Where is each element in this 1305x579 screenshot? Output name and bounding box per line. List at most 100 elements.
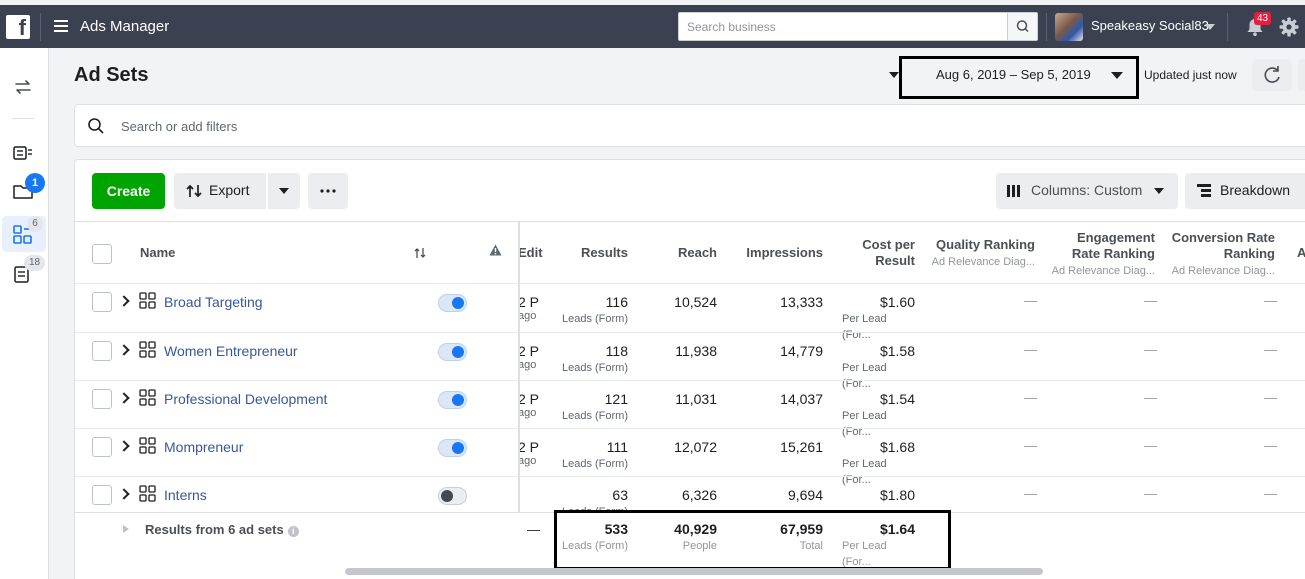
more-actions-button[interactable]: [308, 173, 348, 209]
ad-set-name-link[interactable]: Women Entrepreneur: [164, 343, 298, 359]
quality-ranking-cell: —: [1024, 293, 1037, 308]
row-checkbox[interactable]: [92, 389, 112, 409]
more-options-button[interactable]: [1298, 59, 1305, 91]
chevron-right-icon[interactable]: [118, 295, 130, 307]
row-divider: [75, 332, 1305, 333]
column-header-engagement-rate-ranking[interactable]: Engagement Rate Ranking Ad Relevance Diag.…: [1035, 230, 1155, 279]
refresh-button[interactable]: [1252, 59, 1292, 91]
menu-icon[interactable]: [54, 20, 68, 32]
filter-bar: [74, 104, 1305, 147]
engagement-ranking-cell: —: [1144, 438, 1157, 453]
column-header-name[interactable]: Name: [140, 245, 175, 261]
chevron-right-icon[interactable]: [123, 525, 129, 533]
sort-icon[interactable]: [414, 247, 426, 259]
chevron-down-icon[interactable]: [889, 72, 899, 78]
gear-icon[interactable]: [1278, 16, 1300, 38]
chevron-down-icon[interactable]: [1205, 24, 1215, 30]
search-business-input[interactable]: [679, 13, 1007, 40]
frozen-column-divider[interactable]: [518, 221, 520, 516]
column-header-next[interactable]: A: [1297, 245, 1305, 261]
row-checkbox[interactable]: [92, 485, 112, 505]
sub-label: Leads (Form): [561, 410, 628, 422]
ad-set-icon: [139, 485, 156, 502]
refresh-icon: [1264, 66, 1280, 83]
impressions-cell: 14,779: [780, 343, 823, 359]
delivery-toggle[interactable]: [438, 487, 467, 505]
header-line: Ranking: [1223, 246, 1275, 261]
column-header-reach[interactable]: Reach: [637, 245, 717, 261]
value: 2 P: [518, 391, 540, 407]
conversion-ranking-cell: —: [1264, 486, 1277, 501]
chevron-right-icon[interactable]: [118, 488, 130, 500]
delivery-toggle[interactable]: [438, 391, 467, 409]
ad-set-name-link[interactable]: Mompreneur: [164, 439, 243, 455]
chevron-right-icon[interactable]: [118, 392, 130, 404]
reach-cell: 12,072: [674, 439, 717, 455]
chevron-down-icon: [279, 188, 289, 194]
info-icon[interactable]: i: [287, 526, 299, 537]
value: 118: [605, 343, 628, 359]
breakdown-label: Breakdown: [1220, 182, 1291, 198]
row-checkbox[interactable]: [92, 292, 112, 312]
filter-input[interactable]: [121, 115, 621, 137]
breakdown-button[interactable]: Breakdown: [1185, 173, 1305, 209]
quality-ranking-cell: —: [1024, 342, 1037, 357]
reach-cell: 10,524: [674, 294, 717, 310]
column-header-edit[interactable]: Edit: [518, 245, 543, 261]
cost-per-result-cell: $1.60 Per Lead (For...: [825, 294, 915, 343]
divider: [75, 221, 1305, 222]
select-all-checkbox[interactable]: [92, 244, 112, 264]
header-line: Cost per: [862, 237, 915, 252]
edit-cell: 2 Pago: [518, 391, 539, 419]
app-title[interactable]: Ads Manager: [80, 18, 169, 35]
conversion-ranking-cell: —: [1264, 438, 1277, 453]
ad-set-name-link[interactable]: Professional Development: [164, 391, 327, 407]
delivery-toggle[interactable]: [438, 294, 467, 312]
column-header-results[interactable]: Results: [548, 245, 628, 261]
cost-per-result-cell: $1.58 Per Lead (For...: [825, 343, 915, 392]
summary-highlight: [554, 510, 951, 570]
header-line: Engagement: [1076, 230, 1155, 245]
search-button[interactable]: [1007, 13, 1037, 40]
chevron-right-icon[interactable]: [118, 344, 130, 356]
value: $1.54: [879, 391, 915, 407]
switch-icon[interactable]: [12, 76, 34, 98]
row-divider: [75, 283, 1305, 284]
row-divider: [75, 380, 1305, 381]
delivery-toggle[interactable]: [438, 343, 467, 361]
impressions-cell: 9,694: [787, 487, 823, 503]
avatar[interactable]: [1055, 13, 1083, 41]
ad-set-icon: [139, 341, 156, 358]
row-checkbox[interactable]: [92, 437, 112, 457]
quality-ranking-cell: —: [1024, 438, 1037, 453]
impressions-cell: 13,333: [780, 294, 823, 310]
facebook-logo[interactable]: f: [6, 15, 30, 40]
chevron-right-icon[interactable]: [118, 440, 130, 452]
campaigns-badge: 1: [25, 173, 45, 193]
column-header-impressions[interactable]: Impressions: [723, 245, 823, 261]
ad-sets-badge: 6: [27, 216, 43, 232]
export-dropdown-button[interactable]: [268, 173, 300, 209]
column-header-quality-ranking[interactable]: Quality Ranking Ad Relevance Diag...: [925, 237, 1035, 270]
sub-label: Per Lead (For...: [842, 458, 887, 486]
ad-set-name-link[interactable]: Interns: [164, 487, 207, 503]
row-checkbox[interactable]: [92, 341, 112, 361]
create-button[interactable]: Create: [92, 173, 165, 209]
horizontal-scrollbar[interactable]: [345, 568, 1043, 575]
value: $1.68: [879, 439, 915, 455]
export-button[interactable]: Export: [174, 173, 266, 209]
ad-set-name-link[interactable]: Broad Targeting: [164, 294, 263, 310]
column-header-cost-per-result[interactable]: Cost per Result: [835, 237, 915, 269]
divider: [40, 13, 41, 41]
value: 111: [606, 439, 628, 455]
account-overview-icon[interactable]: [12, 142, 34, 164]
ad-set-icon: [139, 292, 156, 309]
engagement-ranking-cell: —: [1144, 293, 1157, 308]
ads-badge: 18: [24, 255, 45, 271]
account-name[interactable]: Speakeasy Social83: [1091, 18, 1209, 33]
column-header-conversion-rate-ranking[interactable]: Conversion Rate Ranking Ad Relevance Diag.…: [1155, 230, 1275, 279]
columns-button[interactable]: Columns: Custom: [996, 173, 1178, 209]
delivery-toggle[interactable]: [438, 439, 467, 457]
value: 121: [604, 391, 628, 407]
left-rail: 1 6 18: [0, 48, 49, 579]
